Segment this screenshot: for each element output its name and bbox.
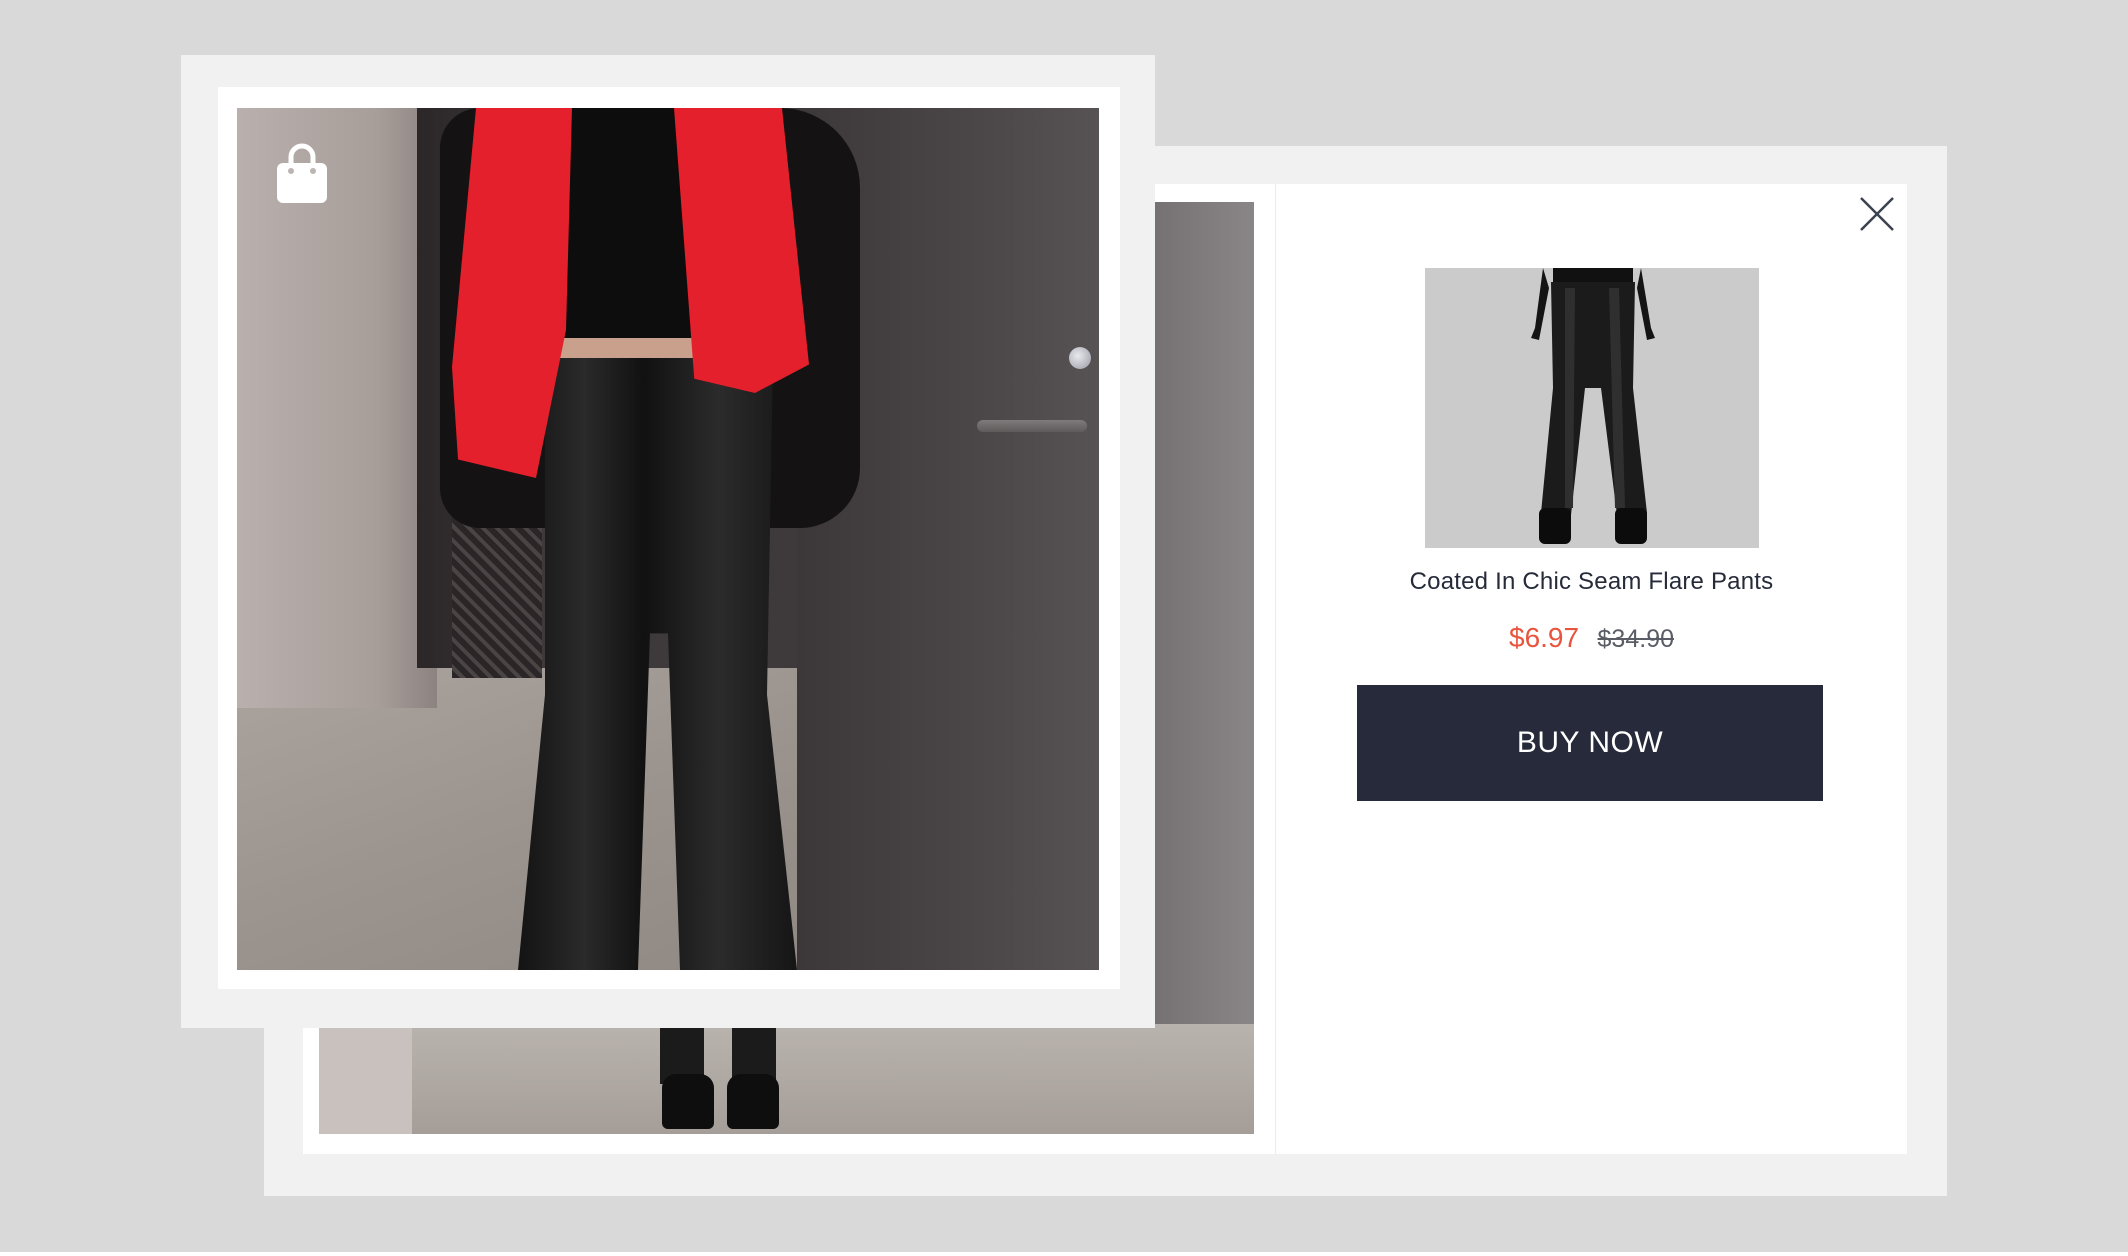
photo-door-handle	[977, 420, 1087, 432]
zoomed-photo-card	[181, 55, 1155, 1028]
photo-boot-left	[662, 1074, 714, 1129]
photo-pillar	[319, 1024, 412, 1134]
close-icon[interactable]	[1857, 194, 1897, 234]
photo-door-lock	[1069, 347, 1091, 369]
zoomed-lookbook-photo[interactable]	[237, 108, 1099, 970]
photo-boot-right	[727, 1074, 779, 1129]
buy-now-button[interactable]: BUY NOW	[1357, 685, 1823, 801]
photo-grate	[452, 508, 542, 678]
pants-thumbnail-graphic	[1425, 268, 1759, 548]
product-panel: Coated In Chic Seam Flare Pants $6.97 $3…	[1276, 184, 1907, 1154]
price-row: $6.97 $34.90	[1276, 622, 1907, 654]
photo-pavement	[319, 1024, 1254, 1134]
product-image[interactable]	[1425, 268, 1759, 548]
shopping-bag-icon[interactable]	[274, 143, 330, 205]
product-title[interactable]: Coated In Chic Seam Flare Pants	[1276, 568, 1907, 596]
sale-price: $6.97	[1509, 622, 1580, 653]
original-price: $34.90	[1597, 625, 1674, 653]
photo-stone-wall	[237, 108, 437, 708]
photo-top	[557, 108, 697, 348]
page-bottom-band	[0, 1252, 2128, 1256]
zoomed-photo-frame	[218, 87, 1120, 989]
